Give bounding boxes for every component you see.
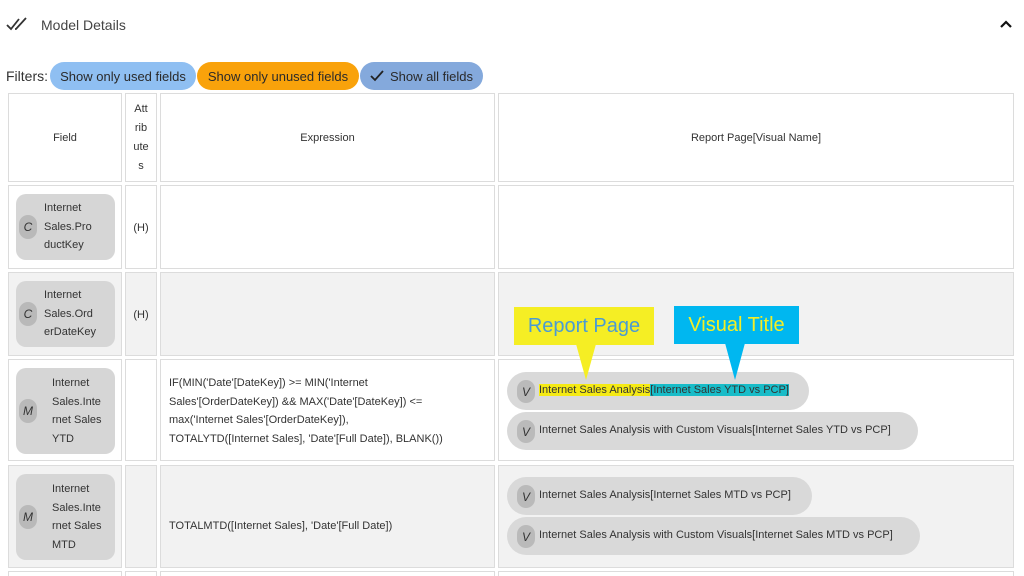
visual-chip[interactable]: V Internet Sales Analysis[Internet Sales… <box>507 372 809 410</box>
table-row-partial <box>8 571 122 576</box>
double-check-icon <box>6 17 27 31</box>
show-all-fields-button[interactable]: Show all fields <box>360 62 483 90</box>
table-row-partial <box>125 571 157 576</box>
chip-label: Show all fields <box>389 68 474 84</box>
field-name: Internet Sales.Pro ductKey <box>44 202 92 251</box>
show-unused-fields-button[interactable]: Show only unused fields <box>197 62 359 90</box>
chevron-up-icon[interactable] <box>999 18 1013 30</box>
visual-chip[interactable]: V Internet Sales Analysis with Custom Vi… <box>507 517 920 555</box>
visual-type-icon: V <box>517 420 535 443</box>
visual-chip[interactable]: V Internet Sales Analysis[Internet Sales… <box>507 477 812 515</box>
table-row-expression-cell: TOTALMTD([Internet Sales], 'Date'[Full D… <box>160 465 495 568</box>
field-name: Internet Sales.Inte rnet Sales MTD <box>52 483 102 551</box>
measure-type-icon: M <box>19 505 37 529</box>
column-header-expression[interactable]: Expression <box>160 93 495 182</box>
header-line: ute <box>133 140 149 153</box>
table-row-partial <box>498 571 1014 576</box>
table-row-field-cell: C Internet Sales.Ord erDateKey <box>8 272 122 356</box>
table-row-attributes-cell <box>125 465 157 568</box>
column-type-icon: C <box>19 302 37 326</box>
visual-reference: Internet Sales Analysis with Custom Visu… <box>539 424 891 436</box>
column-type-icon: C <box>19 215 37 239</box>
visual-type-icon: V <box>517 525 535 548</box>
visual-chip[interactable]: V Internet Sales Analysis with Custom Vi… <box>507 412 918 450</box>
callout-pointer <box>725 343 745 380</box>
callout-pointer <box>576 344 596 380</box>
header-line: s <box>138 159 144 172</box>
field-name: Internet Sales.Inte rnet Sales YTD <box>52 377 102 445</box>
field-badge[interactable]: M Internet Sales.Inte rnet Sales YTD <box>16 368 115 454</box>
field-badge[interactable]: C Internet Sales.Pro ductKey <box>16 194 115 260</box>
field-badge[interactable]: M Internet Sales.Inte rnet Sales MTD <box>16 474 115 560</box>
visual-reference: Internet Sales Analysis[Internet Sales Y… <box>539 384 789 396</box>
field-name: Internet Sales.Ord erDateKey <box>44 289 96 338</box>
header-line: rib <box>134 121 148 134</box>
check-icon <box>370 70 384 82</box>
table-row-field-cell: M Internet Sales.Inte rnet Sales YTD <box>8 359 122 461</box>
visual-type-icon: V <box>517 380 535 403</box>
chip-label: Show only used fields <box>60 68 186 84</box>
header-line: Att <box>134 102 148 115</box>
table-row-report-cell: V Internet Sales Analysis[Internet Sales… <box>498 465 1014 568</box>
table-row-attributes-cell <box>125 359 157 461</box>
attribute-value: (H) <box>133 222 149 234</box>
section-title: Model Details <box>41 17 126 33</box>
field-badge[interactable]: C Internet Sales.Ord erDateKey <box>16 281 115 347</box>
dax-expression: TOTALMTD([Internet Sales], 'Date'[Full D… <box>169 520 393 532</box>
visual-title-callout: Visual Title <box>674 306 799 344</box>
visual-type-icon: V <box>517 485 535 508</box>
model-details-header[interactable]: Model Details <box>0 0 1024 50</box>
table-row-expression-cell: IF(MIN('Date'[DateKey]) >= MIN('Internet… <box>160 359 495 461</box>
table-row-report-cell <box>498 185 1014 269</box>
table-row-partial <box>160 571 495 576</box>
table-row-field-cell: M Internet Sales.Inte rnet Sales MTD <box>8 465 122 568</box>
table-row-expression-cell <box>160 185 495 269</box>
visual-name: [Internet Sales YTD vs PCP] <box>650 384 789 396</box>
table-row-field-cell: C Internet Sales.Pro ductKey <box>8 185 122 269</box>
show-used-fields-button[interactable]: Show only used fields <box>50 62 196 90</box>
dax-expression: IF(MIN('Date'[DateKey]) >= MIN('Internet… <box>169 377 443 445</box>
report-page-callout: Report Page <box>514 307 654 345</box>
report-page-name: Internet Sales Analysis <box>539 384 651 396</box>
column-header-report-page[interactable]: Report Page[Visual Name] <box>498 93 1014 182</box>
column-header-field[interactable]: Field <box>8 93 122 182</box>
filters-label: Filters: <box>6 68 48 84</box>
chip-label: Show only unused fields <box>207 68 349 84</box>
table-row-attributes-cell: (H) <box>125 185 157 269</box>
visual-reference: Internet Sales Analysis with Custom Visu… <box>539 529 893 541</box>
column-header-attributes[interactable]: Att rib ute s <box>125 93 157 182</box>
table-row-expression-cell <box>160 272 495 356</box>
visual-reference: Internet Sales Analysis[Internet Sales M… <box>539 489 791 501</box>
table-row-attributes-cell: (H) <box>125 272 157 356</box>
measure-type-icon: M <box>19 399 37 423</box>
attribute-value: (H) <box>133 309 149 321</box>
